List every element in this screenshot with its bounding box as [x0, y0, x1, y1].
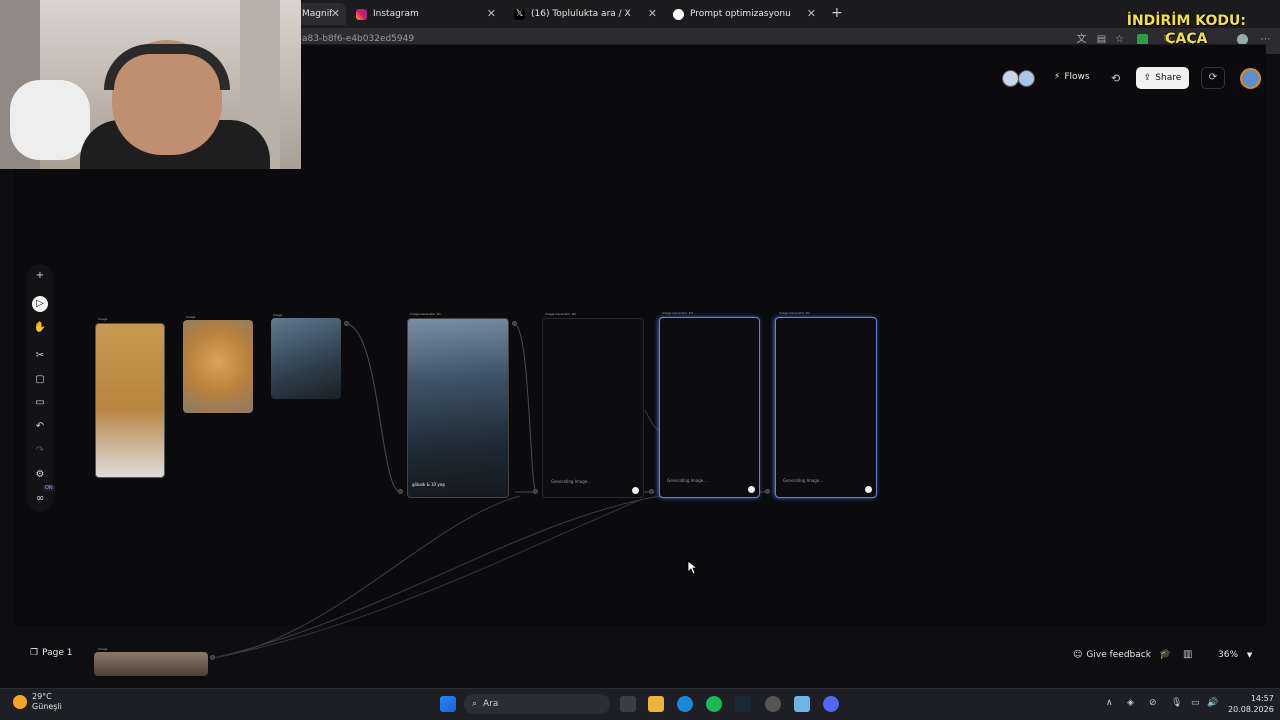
generating-status: Generating Image...: [667, 478, 708, 483]
node-title: Image Generator #2: [545, 312, 576, 316]
webcam-overlay: [0, 0, 301, 169]
mouse-cursor-icon: [687, 560, 697, 575]
generating-status: Generating Image...: [783, 478, 824, 483]
notepad-icon[interactable]: [794, 696, 810, 712]
person-image[interactable]: [94, 652, 208, 676]
chevron-up-icon[interactable]: ∧: [1106, 698, 1113, 708]
display-icon[interactable]: ▭: [1191, 698, 1200, 708]
steam-tray-icon[interactable]: ◈: [1127, 698, 1134, 708]
node-title: Image: [98, 647, 108, 651]
network-icon[interactable]: ⊘: [1149, 698, 1157, 708]
generator-node-2[interactable]: Generating Image...: [542, 318, 644, 498]
discord-icon[interactable]: [823, 696, 839, 712]
feedback-icon: ☺: [1073, 650, 1083, 660]
headset: [104, 44, 230, 90]
input-port[interactable]: [398, 489, 403, 494]
fisherman-dog-image[interactable]: [271, 318, 341, 399]
taskbar-search[interactable]: ⌕ Ara: [464, 694, 610, 714]
generator-node-4[interactable]: Generating Image...: [775, 317, 877, 498]
node-title: Image: [273, 313, 283, 317]
node-title: Image: [186, 315, 196, 319]
weather-desc: Güneşli: [32, 702, 62, 711]
page-label: Page 1: [42, 648, 73, 658]
page-selector[interactable]: ❐ Page 1: [30, 648, 72, 658]
page-icon: ❐: [30, 648, 39, 658]
volume-icon[interactable]: 🔊: [1207, 698, 1218, 708]
pillow: [10, 80, 90, 160]
zoom-level: 36%: [1218, 650, 1239, 660]
chevron-down-icon: ▼: [1246, 651, 1253, 659]
steam-icon[interactable]: [735, 696, 751, 712]
output-port[interactable]: [210, 655, 215, 660]
run-button[interactable]: [632, 487, 639, 494]
input-port[interactable]: [533, 489, 538, 494]
clock-date: 20.08.2026: [1228, 705, 1274, 714]
generator-node-3[interactable]: Generating Image...: [659, 317, 760, 498]
output-port[interactable]: [344, 321, 349, 326]
generated-fisherman-image[interactable]: gökadı & 10 yaşı: [407, 318, 509, 498]
microphone-icon[interactable]: 🎙: [1171, 698, 1182, 708]
dog-standing-image[interactable]: [95, 323, 165, 478]
learn-icon[interactable]: 🎓: [1159, 649, 1171, 660]
edge-icon[interactable]: [677, 696, 693, 712]
node-title: Image Generator #3: [662, 311, 693, 315]
windows-start-icon[interactable]: [440, 696, 456, 712]
run-button[interactable]: [865, 486, 872, 493]
node-title: Image Generator #1: [410, 312, 441, 316]
input-port[interactable]: [765, 489, 770, 494]
give-feedback-button[interactable]: ☺ Give feedback: [1073, 650, 1151, 660]
output-port[interactable]: [512, 321, 517, 326]
node-title: Image Generator #4: [779, 311, 810, 315]
clock-time: 14:57: [1250, 694, 1274, 703]
taskbar: [0, 688, 1280, 720]
input-port[interactable]: [649, 489, 654, 494]
weather-widget[interactable]: 29°C Güneşli: [13, 692, 62, 712]
search-icon: ⌕: [472, 699, 478, 709]
spotify-icon[interactable]: [706, 696, 722, 712]
zoom-dropdown[interactable]: 36% ▼: [1218, 650, 1252, 660]
system-clock[interactable]: 14:57 20.08.2026: [1228, 693, 1274, 715]
task-view-icon[interactable]: [620, 696, 636, 712]
file-explorer-icon[interactable]: [648, 696, 664, 712]
weather-temp: 29°C: [32, 692, 52, 701]
settings-app-icon[interactable]: [765, 696, 781, 712]
search-placeholder: Ara: [483, 699, 499, 709]
run-button[interactable]: [748, 486, 755, 493]
minimap-icon[interactable]: ▥: [1183, 649, 1192, 660]
image-caption: gökadı & 10 yaşı: [412, 482, 446, 487]
node-title: Image: [98, 317, 108, 321]
feedback-label: Give feedback: [1086, 650, 1151, 660]
sun-icon: [13, 695, 27, 709]
dog-portrait-image[interactable]: [183, 320, 253, 413]
generating-status: Generating Image...: [551, 479, 592, 484]
